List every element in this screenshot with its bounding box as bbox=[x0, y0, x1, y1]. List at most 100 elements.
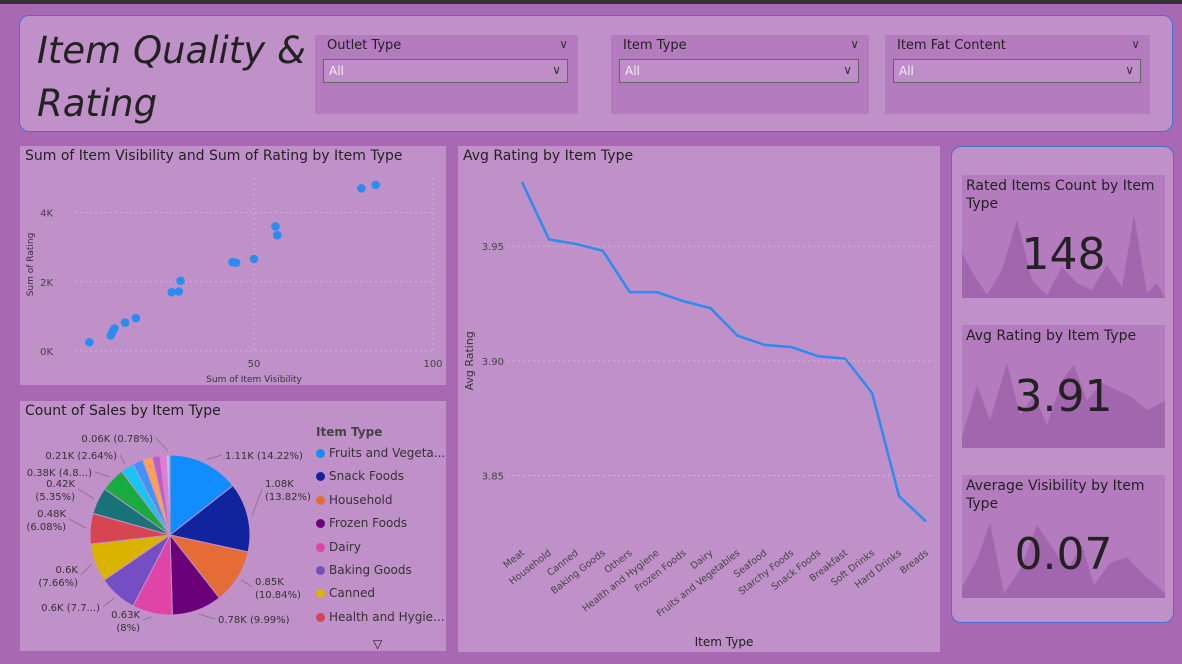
chevron-down-icon[interactable]: ∨ bbox=[559, 37, 568, 51]
kpi-value: 0.07 bbox=[1014, 529, 1113, 580]
pie-data-label: 0.38K (4.8...) bbox=[27, 468, 92, 479]
kpi-title: Avg Rating by Item Type bbox=[966, 328, 1137, 344]
x-tick-label: 50 bbox=[248, 359, 261, 370]
pie-chart[interactable]: 1.11K (14.22%) 1.08K (13.82%) 0.85K (10.84%)… bbox=[20, 401, 316, 651]
legend-dot-icon bbox=[316, 495, 325, 505]
scatter-point[interactable] bbox=[272, 230, 282, 240]
outlet-type-dropdown[interactable]: All ∨ bbox=[323, 59, 568, 83]
legend-label: Household bbox=[329, 492, 393, 507]
legend-dot-icon bbox=[316, 542, 325, 552]
scatter-point[interactable] bbox=[176, 276, 185, 286]
scatter-point[interactable] bbox=[110, 324, 119, 333]
legend-label: Baking Goods bbox=[329, 562, 412, 577]
kpi-card-rated-items[interactable]: Rated Items Count by Item Type 148 bbox=[962, 175, 1165, 298]
legend-item[interactable]: Canned bbox=[316, 582, 445, 605]
chevron-down-icon: ∨ bbox=[1125, 63, 1134, 77]
pie-data-label: 0.42K (5.35%) bbox=[35, 479, 75, 503]
item-type-dropdown[interactable]: All ∨ bbox=[619, 59, 859, 83]
dropdown-value: All bbox=[899, 64, 914, 78]
x-axis-label: Sum of Item Visibility bbox=[206, 375, 302, 385]
slicer-item-type[interactable]: Item Type ∨ All ∨ bbox=[611, 35, 869, 114]
legend-item[interactable]: Household bbox=[316, 489, 445, 512]
pie-leader-line bbox=[80, 564, 92, 576]
dropdown-value: All bbox=[625, 64, 640, 78]
kpi-title: Average Visibility by Item Type bbox=[966, 478, 1145, 512]
line-chart-panel[interactable]: Avg Rating by Item Type 3.85 3.90 3.95 Avg … bbox=[458, 146, 940, 652]
avg-rating-line[interactable] bbox=[520, 181, 927, 523]
kpi-value: 3.91 bbox=[1014, 371, 1113, 422]
legend-title: Item Type bbox=[316, 425, 383, 439]
kpi-title: Rated Items Count by Item Type bbox=[966, 178, 1155, 212]
kpi-value: 148 bbox=[1021, 229, 1106, 280]
legend-item[interactable]: Frozen Foods bbox=[316, 512, 445, 535]
kpi-card-avg-rating[interactable]: Avg Rating by Item Type 3.91 bbox=[962, 325, 1165, 448]
window-top-bar bbox=[0, 0, 1182, 4]
pie-leader-line bbox=[155, 437, 169, 452]
chevron-down-icon[interactable]: ∨ bbox=[850, 37, 859, 51]
scatter-point[interactable] bbox=[174, 287, 184, 296]
legend-label: Canned bbox=[329, 586, 375, 601]
pie-legend: Item Type Fruits and Vegeta... Snack Foo… bbox=[316, 425, 445, 629]
item-fat-content-dropdown[interactable]: All ∨ bbox=[893, 59, 1141, 83]
legend-dot-icon bbox=[316, 589, 325, 599]
pie-data-label: 0.06K (0.78%) bbox=[81, 434, 153, 445]
slicer-label: Item Type bbox=[623, 38, 687, 53]
legend-label: Health and Hygie... bbox=[329, 609, 445, 624]
legend-dot-icon bbox=[316, 449, 325, 458]
pie-data-label: 1.08K (13.82%) bbox=[265, 479, 311, 503]
scatter-point[interactable] bbox=[85, 338, 94, 347]
pie-chart-panel[interactable]: Count of Sales by Item Type 1.11K (14.22… bbox=[20, 401, 446, 651]
x-tick-label: Breads bbox=[898, 548, 931, 577]
scatter-point[interactable] bbox=[271, 222, 280, 231]
scatter-chart[interactable]: 0K2K4K50 100Sum of Item VisibilitySum of … bbox=[20, 146, 446, 385]
pie-data-label: 0.85K (10.84%) bbox=[255, 577, 301, 601]
scatter-point[interactable] bbox=[120, 318, 130, 327]
pie-data-label: 1.11K (14.22%) bbox=[225, 451, 303, 462]
pie-data-label: 0.78K (9.99%) bbox=[218, 615, 290, 626]
legend-label: Snack Foods bbox=[329, 469, 404, 484]
scatter-point[interactable] bbox=[231, 258, 241, 268]
slicer-label: Item Fat Content bbox=[897, 38, 1006, 53]
header-panel: Item Quality & Rating Outlet Type ∨ All … bbox=[19, 15, 1173, 132]
legend-item[interactable]: Health and Hygie... bbox=[316, 606, 445, 629]
scatter-chart-panel[interactable]: Sum of Item Visibility and Sum of Rating… bbox=[20, 146, 446, 385]
pie-leader-line bbox=[68, 518, 87, 529]
pie-leader-line bbox=[142, 616, 152, 621]
line-chart[interactable]: 3.853.903.95Avg RatingItem TypeMeatHouse… bbox=[458, 146, 940, 652]
kpi-card-avg-visibility[interactable]: Average Visibility by Item Type 0.07 bbox=[962, 475, 1165, 598]
legend-dot-icon bbox=[316, 519, 325, 529]
scatter-point[interactable] bbox=[131, 313, 141, 323]
legend-item[interactable]: Dairy bbox=[316, 536, 445, 559]
dropdown-value: All bbox=[329, 64, 344, 78]
pie-leader-line bbox=[198, 613, 216, 620]
chevron-down-icon[interactable]: ∨ bbox=[1131, 37, 1140, 51]
slicer-outlet-type[interactable]: Outlet Type ∨ All ∨ bbox=[315, 35, 578, 114]
chevron-down-icon: ∨ bbox=[552, 63, 561, 77]
pie-data-label: 0.48K (6.08%) bbox=[26, 509, 66, 533]
legend-item[interactable]: Baking Goods bbox=[316, 559, 445, 582]
pie-data-label: 0.21K (2.64%) bbox=[45, 451, 117, 462]
legend-scroll-down-icon[interactable]: ▽ bbox=[373, 637, 382, 651]
legend-item[interactable]: Snack Foods bbox=[316, 465, 445, 488]
scatter-point[interactable] bbox=[371, 180, 381, 190]
pie-leader-line bbox=[240, 579, 253, 588]
kpi-panel: Rated Items Count by Item Type 148 Avg R… bbox=[951, 146, 1174, 623]
pie-data-label: 0.63K (8%) bbox=[111, 610, 140, 634]
y-tick-label: 3.85 bbox=[482, 472, 504, 483]
y-axis-label: Sum of Rating bbox=[26, 233, 36, 297]
slicer-label: Outlet Type bbox=[327, 38, 402, 53]
y-tick-label: 4K bbox=[40, 209, 53, 220]
pie-leader-line bbox=[206, 454, 223, 460]
scatter-point[interactable] bbox=[249, 254, 259, 264]
legend-label: Dairy bbox=[329, 539, 361, 554]
legend-label: Frozen Foods bbox=[329, 516, 408, 531]
legend-dot-icon bbox=[316, 612, 325, 622]
scatter-point[interactable] bbox=[357, 184, 366, 193]
x-tick-label: 100 bbox=[423, 359, 442, 370]
pie-leader-line bbox=[251, 488, 263, 517]
slicer-item-fat-content[interactable]: Item Fat Content ∨ All ∨ bbox=[885, 35, 1150, 114]
x-axis-label: Item Type bbox=[695, 635, 754, 649]
y-tick-label: 2K bbox=[40, 278, 53, 289]
legend-item[interactable]: Fruits and Vegeta... bbox=[316, 442, 445, 465]
page-title: Item Quality & Rating bbox=[37, 29, 306, 125]
